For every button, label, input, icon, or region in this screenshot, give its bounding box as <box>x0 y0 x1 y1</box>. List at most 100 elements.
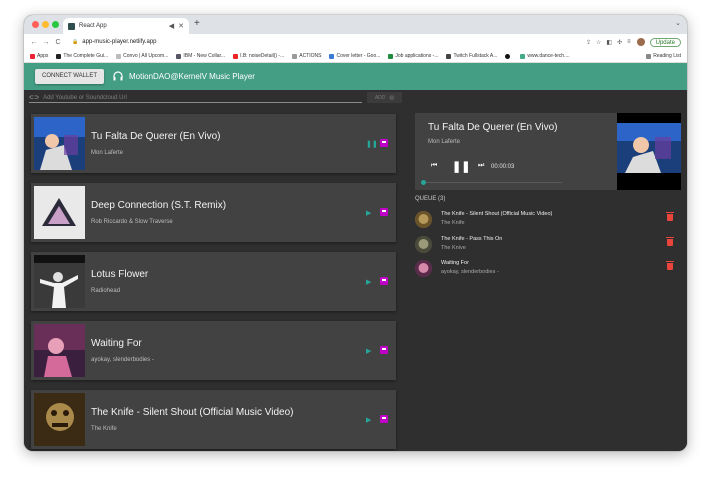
track-title: Lotus Flower <box>91 269 149 280</box>
delete-icon[interactable] <box>666 212 674 221</box>
react-favicon-icon <box>68 22 75 30</box>
connect-wallet-button[interactable]: CONNECT WALLET <box>35 69 105 84</box>
reading-list[interactable]: Reading List <box>646 53 681 59</box>
github-icon <box>505 53 511 59</box>
track-thumbnail <box>34 393 85 446</box>
reading-list-icon <box>646 53 652 59</box>
zoom-window-dot[interactable] <box>52 21 59 28</box>
tab-search-icon[interactable]: ⌄ <box>675 19 681 27</box>
bookmark-item[interactable]: Job applications -... <box>388 53 438 59</box>
docs-icon <box>329 53 335 59</box>
browser-tab[interactable]: React App ◀ ✕ <box>63 18 189 34</box>
queue-item[interactable]: The Knife - Pass This On The Knive <box>415 234 681 254</box>
now-playing-title: Tu Falta De Querer (En Vivo) <box>428 122 558 133</box>
app-title: MotionDAO@KernelV Music Player <box>129 72 255 81</box>
tab-bar: React App ◀ ✕ + ⌄ <box>24 15 687 34</box>
play-icon[interactable]: ▶ <box>366 347 371 355</box>
forward-icon[interactable]: → <box>40 39 52 46</box>
track-artist: Mon Laferte <box>91 150 124 156</box>
close-window-dot[interactable] <box>32 21 39 28</box>
extension-icon[interactable]: ◧ <box>606 39 612 46</box>
add-queue-icon: ▤ <box>389 94 395 101</box>
pause-icon[interactable]: ❚❚ <box>366 140 378 148</box>
track-card[interactable]: Waiting For ayokay, slenderbodies - ▶ <box>31 321 396 380</box>
share-icon[interactable]: ⇪ <box>586 39 591 46</box>
bookmark-item[interactable]: Twitch Fullstack A... <box>446 53 497 59</box>
star-icon[interactable]: ☆ <box>596 39 601 46</box>
search-placeholder: Add Youtube or Soundcloud Url <box>43 94 127 101</box>
queue-header: QUEUE (3) <box>415 196 446 202</box>
progress-track[interactable] <box>422 182 562 183</box>
save-icon[interactable] <box>380 346 388 354</box>
bookmark-item[interactable]: IBM - New Collar... <box>176 53 225 59</box>
track-artist: The Knife <box>91 426 117 432</box>
bookmark-item[interactable]: Apps <box>30 53 48 59</box>
play-icon[interactable]: ▶ <box>366 209 371 217</box>
queue-artist: The Knive <box>441 245 466 251</box>
play-icon[interactable]: ▶ <box>366 278 371 286</box>
queue-thumbnail <box>415 236 432 253</box>
now-playing-card: Tu Falta De Querer (En Vivo) Mon Laferte… <box>415 113 681 190</box>
track-title: Deep Connection (S.T. Remix) <box>91 200 227 211</box>
app-header: CONNECT WALLET MotionDAO@KernelV Music P… <box>24 63 687 90</box>
new-tab-icon[interactable]: + <box>194 18 200 29</box>
add-button[interactable]: ADD ▤ <box>367 92 402 103</box>
player-panel: Tu Falta De Querer (En Vivo) Mon Laferte… <box>415 90 687 451</box>
minimize-window-dot[interactable] <box>42 21 49 28</box>
bookmark-item[interactable]: The Complete Gui... <box>56 53 108 59</box>
play-icon[interactable]: ▶ <box>366 416 371 424</box>
tab-title: React App <box>79 23 107 29</box>
bookmark-icon <box>446 53 452 59</box>
queue-item[interactable]: The Knife - Silent Shout (Official Music… <box>415 209 681 229</box>
track-card[interactable]: The Knife - Silent Shout (Official Music… <box>31 390 396 449</box>
bookmark-item[interactable]: www.dance-tech.... <box>520 53 570 59</box>
bookmark-icon <box>176 53 182 59</box>
pause-icon[interactable]: ❚❚ <box>452 160 470 173</box>
bookmark-item[interactable]: Convo | All Upcom... <box>116 53 168 59</box>
bookmark-item[interactable]: Cover letter - Goo... <box>329 53 380 59</box>
track-thumbnail <box>34 117 85 170</box>
queue-thumbnail <box>415 211 432 228</box>
track-thumbnail <box>34 324 85 377</box>
speaker-icon[interactable]: ◀ <box>169 22 174 30</box>
bookmark-icon <box>56 53 62 59</box>
lock-icon: 🔒 <box>72 39 79 45</box>
bookmark-icon <box>520 53 526 59</box>
delete-icon[interactable] <box>666 237 674 246</box>
track-thumbnail <box>34 186 85 239</box>
next-icon[interactable]: ⏭ <box>478 162 484 170</box>
track-card[interactable]: Deep Connection (S.T. Remix) Rob Riccard… <box>31 183 396 242</box>
previous-icon[interactable]: ⏮ <box>431 162 437 170</box>
save-icon[interactable] <box>380 277 388 285</box>
app-content: ⊂⊃ Add Youtube or Soundcloud Url ADD ▤ T… <box>24 90 687 451</box>
puzzle-icon[interactable]: ✣ <box>617 39 622 46</box>
bookmark-item[interactable]: I.B: noiseDetail() -... <box>233 53 284 59</box>
save-icon[interactable] <box>380 208 388 216</box>
save-icon[interactable] <box>380 139 388 147</box>
delete-icon[interactable] <box>666 261 674 270</box>
track-title: The Knife - Silent Shout (Official Music… <box>91 407 294 418</box>
queue-item[interactable]: Waiting For ayokay, slenderbodies - <box>415 258 681 278</box>
now-playing-artwork <box>617 113 681 190</box>
now-playing-artist: Mon Laferte <box>428 139 461 145</box>
address-bar-row: ← → C 🔒 app-music-player.netlify.app ⇪ ☆… <box>24 34 687 50</box>
profile-avatar[interactable] <box>636 38 645 46</box>
url-field[interactable]: 🔒 app-music-player.netlify.app <box>68 37 580 48</box>
save-icon[interactable] <box>380 415 388 423</box>
close-tab-icon[interactable]: ✕ <box>178 22 184 30</box>
folder-icon <box>292 53 298 59</box>
bookmark-item[interactable] <box>505 53 512 59</box>
track-thumbnail <box>34 255 85 308</box>
list-icon[interactable]: ≡ <box>627 39 631 45</box>
queue-artist: The Knife <box>441 220 465 226</box>
update-button[interactable]: Update <box>649 37 681 47</box>
track-card[interactable]: Tu Falta De Querer (En Vivo) Mon Laferte… <box>31 114 396 173</box>
progress-knob[interactable] <box>421 180 426 185</box>
reload-icon[interactable]: C <box>52 39 64 46</box>
url-text: app-music-player.netlify.app <box>82 39 157 45</box>
bookmark-item[interactable]: ACTIONS <box>292 53 321 59</box>
search-input[interactable]: ⊂⊃ Add Youtube or Soundcloud Url <box>29 93 362 103</box>
track-card[interactable]: Lotus Flower Radiohead ▶ <box>31 252 396 311</box>
sheets-icon <box>388 53 394 59</box>
back-icon[interactable]: ← <box>28 39 40 46</box>
